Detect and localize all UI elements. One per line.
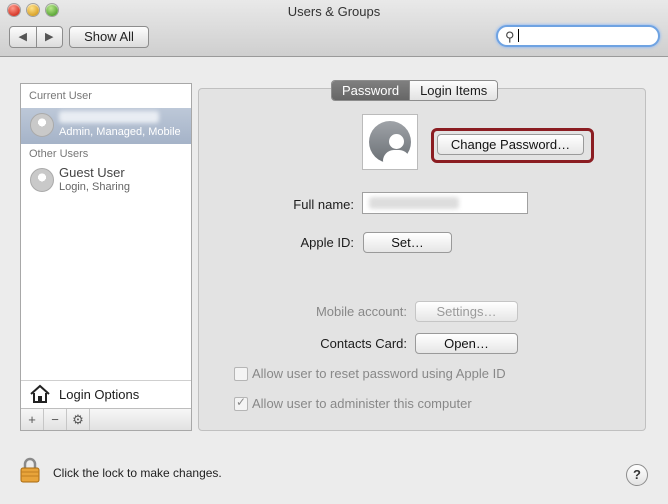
guest-user-name: Guest User [59, 165, 125, 180]
remove-user-button[interactable]: − [44, 409, 67, 430]
reset-password-checkbox[interactable] [234, 367, 248, 381]
gear-icon[interactable]: ⚙ [67, 409, 90, 430]
other-users-header: Other Users [29, 148, 89, 160]
house-icon [30, 384, 50, 403]
user-avatar-icon [30, 113, 54, 137]
administer-label: Allow user to administer this computer [252, 396, 472, 411]
back-icon[interactable]: ◀ [10, 27, 37, 47]
guest-avatar-icon [30, 168, 54, 192]
tab-bar: Password Login Items [331, 80, 499, 101]
text-caret [518, 29, 519, 42]
blurred-full-name [369, 197, 459, 209]
help-button[interactable]: ? [626, 464, 648, 486]
window-title: Users & Groups [287, 4, 381, 19]
apple-id-set-button[interactable]: Set… [363, 232, 452, 253]
sidebar-button-bar: + − ⚙ [21, 408, 191, 430]
tab-login-items[interactable]: Login Items [409, 81, 498, 100]
current-user-header: Current User [29, 90, 92, 102]
forward-icon[interactable]: ▶ [37, 27, 63, 47]
full-name-label: Full name: [293, 197, 354, 212]
users-list: Current User Admin, Managed, Mobile Othe… [20, 83, 192, 431]
blurred-user-name [59, 111, 159, 123]
search-input[interactable]: ⚲ [496, 25, 660, 47]
tab-password[interactable]: Password [332, 81, 410, 100]
full-name-field[interactable] [362, 192, 528, 214]
login-options-label: Login Options [59, 387, 140, 402]
search-icon: ⚲ [505, 29, 515, 44]
current-user-row[interactable]: Admin, Managed, Mobile [21, 108, 191, 144]
lock-icon[interactable] [20, 457, 40, 483]
reset-password-label: Allow user to reset password using Apple… [252, 366, 506, 381]
mobile-account-label: Mobile account: [315, 304, 407, 319]
lock-status-text: Click the lock to make changes. [53, 466, 222, 480]
contacts-card-open-button[interactable]: Open… [415, 333, 518, 354]
apple-id-label: Apple ID: [300, 235, 354, 250]
current-user-role: Admin, Managed, Mobile [59, 126, 181, 138]
contacts-card-label: Contacts Card: [320, 336, 407, 351]
mobile-account-settings-button[interactable]: Settings… [415, 301, 518, 322]
administer-checkbox[interactable] [234, 395, 248, 411]
guest-user-detail: Login, Sharing [59, 181, 130, 193]
show-all-button[interactable]: Show All [69, 26, 149, 48]
title-bar: Users & Groups ◀ ▶ Show All ⚲ [0, 0, 668, 57]
add-user-button[interactable]: + [21, 409, 44, 430]
user-picture[interactable] [362, 114, 418, 170]
users-groups-window: Users & Groups ◀ ▶ Show All ⚲ Current Us… [0, 0, 668, 504]
user-silhouette-icon [369, 121, 411, 164]
back-forward-control: ◀ ▶ [9, 26, 63, 48]
login-options-row[interactable]: Login Options [21, 380, 191, 407]
change-password-button[interactable]: Change Password… [437, 134, 584, 155]
